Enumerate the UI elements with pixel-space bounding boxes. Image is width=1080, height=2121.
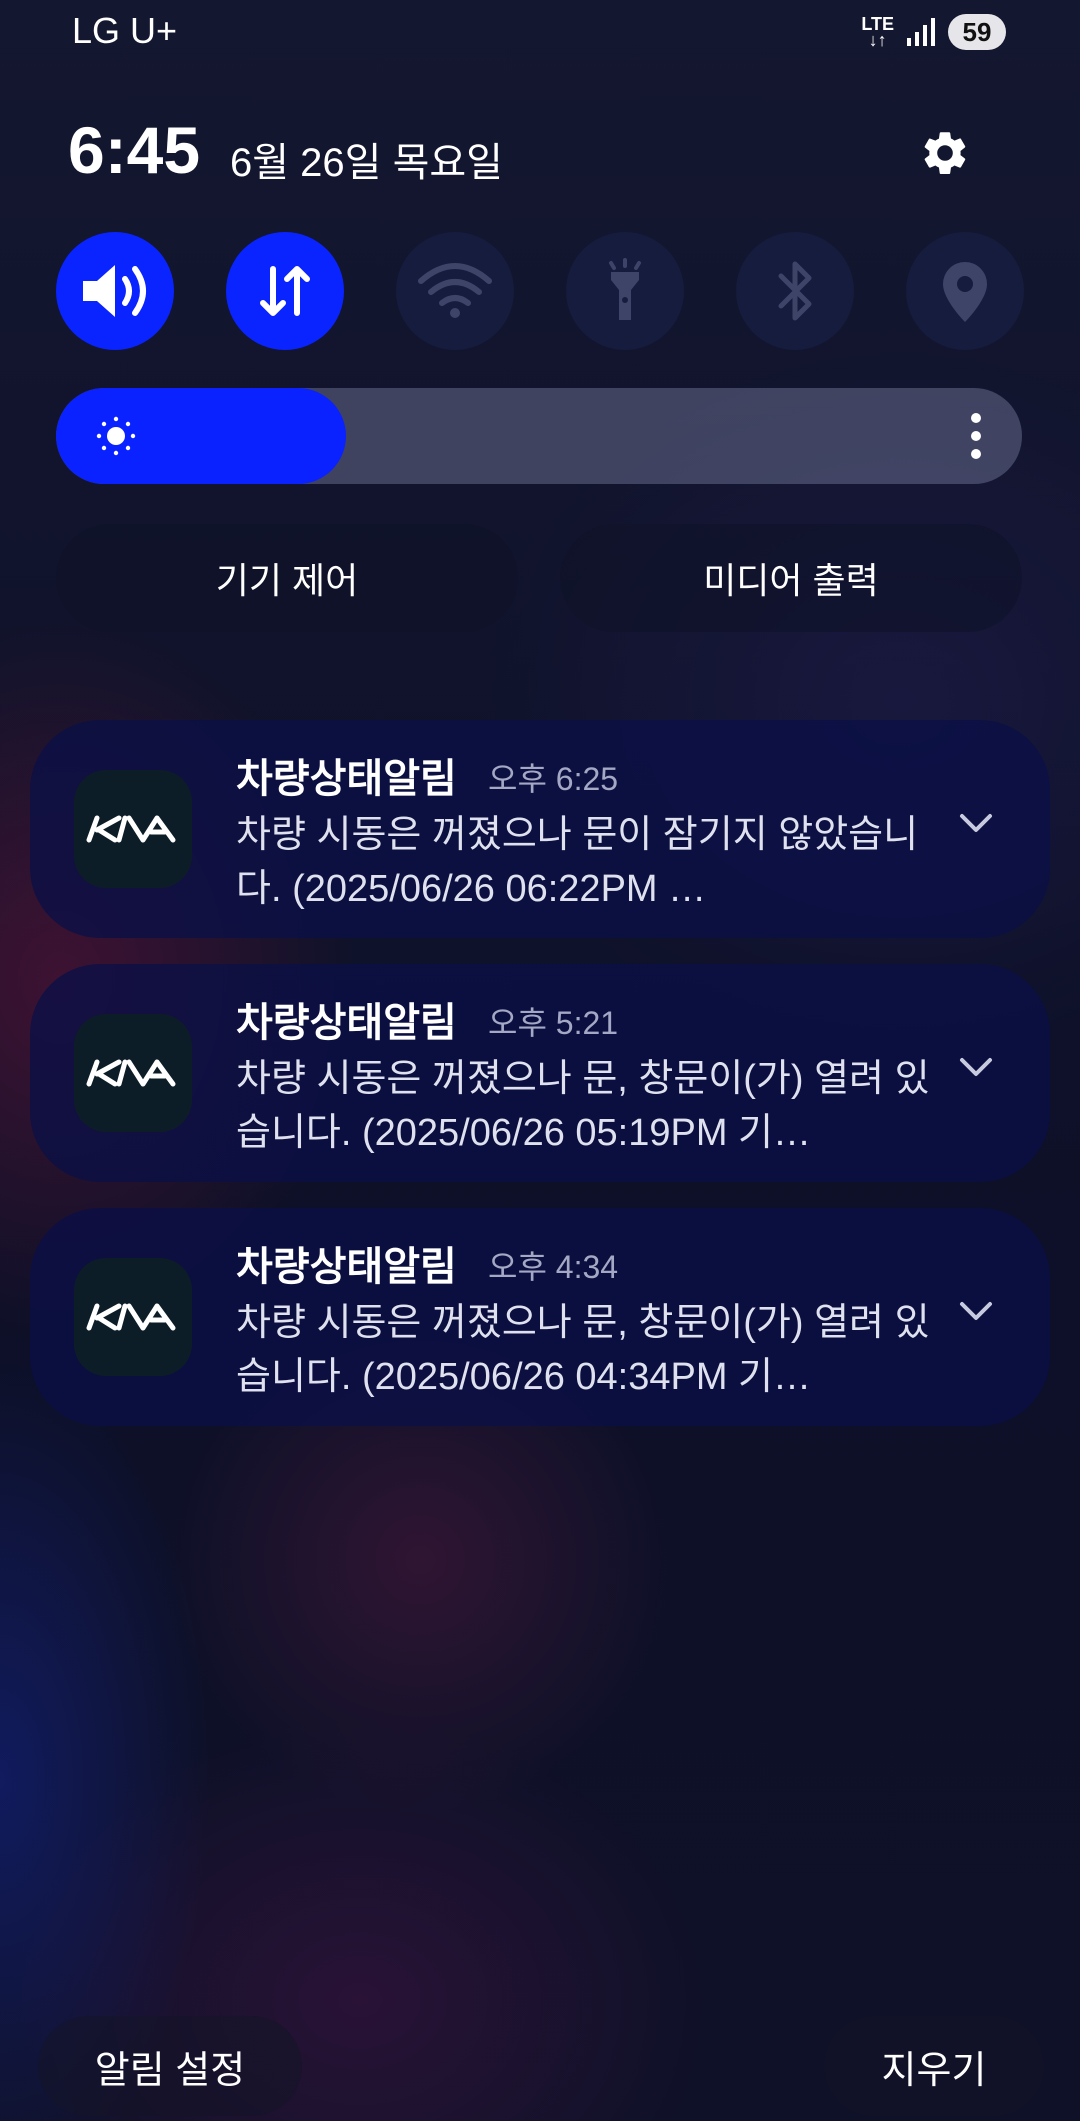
wifi-icon (418, 263, 492, 318)
battery-indicator: 59 (948, 14, 1006, 50)
lte-indicator: LTE ↓↑ (861, 15, 894, 50)
kia-logo-icon (86, 1303, 176, 1331)
kia-app-icon (74, 1258, 192, 1376)
chevron-down-icon[interactable] (956, 1296, 996, 1326)
notification-card[interactable]: 차량상태알림 오후 5:21 차량 시동은 꺼졌으나 문, 창문이(가) 열려 … (30, 964, 1050, 1182)
notification-time: 오후 4:34 (488, 1249, 619, 1285)
tile-wifi[interactable] (396, 232, 514, 350)
gear-icon (924, 132, 966, 174)
notification-app-name: 차량상태알림 (236, 1001, 457, 1045)
date-label: 6월 26일 목요일 (230, 141, 503, 185)
signal-icon (907, 18, 935, 46)
notification-time: 오후 6:25 (488, 761, 619, 797)
kia-app-icon (74, 770, 192, 888)
status-icons: LTE ↓↑ 59 (861, 14, 1006, 50)
tile-flashlight[interactable] (566, 232, 684, 350)
kia-app-icon (74, 1014, 192, 1132)
notification-settings-button[interactable]: 알림 설정 (38, 2016, 302, 2116)
flashlight-icon (609, 258, 641, 320)
location-icon (943, 262, 987, 322)
data-arrows: ↓↑ (868, 30, 887, 50)
mobile-data-icon (260, 266, 310, 316)
notification-app-name: 차량상태알림 (236, 757, 457, 801)
bluetooth-icon (778, 261, 812, 321)
carrier-label: LG U+ (72, 10, 178, 51)
chevron-down-icon[interactable] (956, 1052, 996, 1082)
kia-logo-icon (86, 1059, 176, 1087)
tile-bluetooth[interactable] (736, 232, 854, 350)
notification-time: 오후 5:21 (488, 1005, 619, 1041)
notification-card[interactable]: 차량상태알림 오후 4:34 차량 시동은 꺼졌으나 문, 창문이(가) 열려 … (30, 1208, 1050, 1426)
kia-logo-icon (86, 815, 176, 843)
more-options-icon[interactable] (970, 412, 982, 460)
chevron-down-icon[interactable] (956, 808, 996, 838)
brightness-slider[interactable] (56, 388, 1022, 484)
tile-sound[interactable] (56, 232, 174, 350)
media-output-button[interactable]: 미디어 출력 (560, 524, 1022, 632)
quick-settings-tiles (56, 232, 1024, 350)
notification-body: 차량 시동은 꺼졌으나 문, 창문이(가) 열려 있습니다. (2025/06/… (236, 1058, 930, 1154)
notification-body: 차량 시동은 꺼졌으나 문, 창문이(가) 열려 있습니다. (2025/06/… (236, 1302, 930, 1398)
clear-notifications-button[interactable]: 지우기 (824, 2016, 1044, 2116)
volume-icon (83, 265, 146, 317)
tile-location[interactable] (906, 232, 1024, 350)
notification-card[interactable]: 차량상태알림 오후 6:25 차량 시동은 꺼졌으나 문이 잠기지 않았습니다.… (30, 720, 1050, 938)
notification-app-name: 차량상태알림 (236, 1245, 457, 1289)
clock: 6:45 (68, 113, 201, 187)
settings-button[interactable] (910, 118, 980, 188)
sun-icon (96, 416, 136, 456)
tile-mobile-data[interactable] (226, 232, 344, 350)
device-control-button[interactable]: 기기 제어 (56, 524, 518, 632)
notification-body: 차량 시동은 꺼졌으나 문이 잠기지 않았습니다. (2025/06/26 06… (236, 814, 919, 910)
